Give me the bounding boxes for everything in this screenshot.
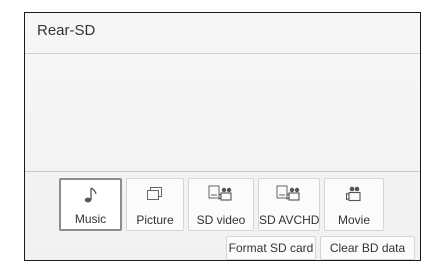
format-sd-card-button[interactable]: Format SD card — [226, 236, 316, 260]
source-button-movie[interactable]: Movie — [324, 178, 384, 231]
source-label-sd-video: SD video — [196, 213, 246, 227]
source-label-music: Music — [74, 212, 107, 226]
title-divider — [25, 53, 420, 54]
sd-avchd-icon — [259, 183, 319, 205]
source-label-sd-avchd: SD AVCHD — [259, 213, 320, 227]
rear-sd-screen: Rear-SD Music Picture SD video SD AVCHD … — [24, 12, 421, 261]
source-label-picture: Picture — [136, 213, 174, 227]
source-label-movie: Movie — [337, 213, 370, 227]
music-note-icon — [61, 184, 120, 206]
source-bar-divider — [25, 171, 420, 172]
source-button-picture[interactable]: Picture — [126, 178, 184, 231]
sd-video-icon — [189, 183, 253, 205]
screen-title: Rear-SD — [37, 22, 96, 39]
source-button-sd-video[interactable]: SD video — [188, 178, 254, 231]
movie-icon — [325, 183, 383, 205]
source-button-sd-avchd[interactable]: SD AVCHD — [258, 178, 320, 231]
format-sd-card-label: Format SD card — [228, 241, 314, 255]
clear-bd-data-label: Clear BD data — [329, 241, 406, 255]
clear-bd-data-button[interactable]: Clear BD data — [320, 236, 415, 260]
source-button-music[interactable]: Music — [59, 178, 122, 231]
picture-icon — [127, 183, 183, 205]
